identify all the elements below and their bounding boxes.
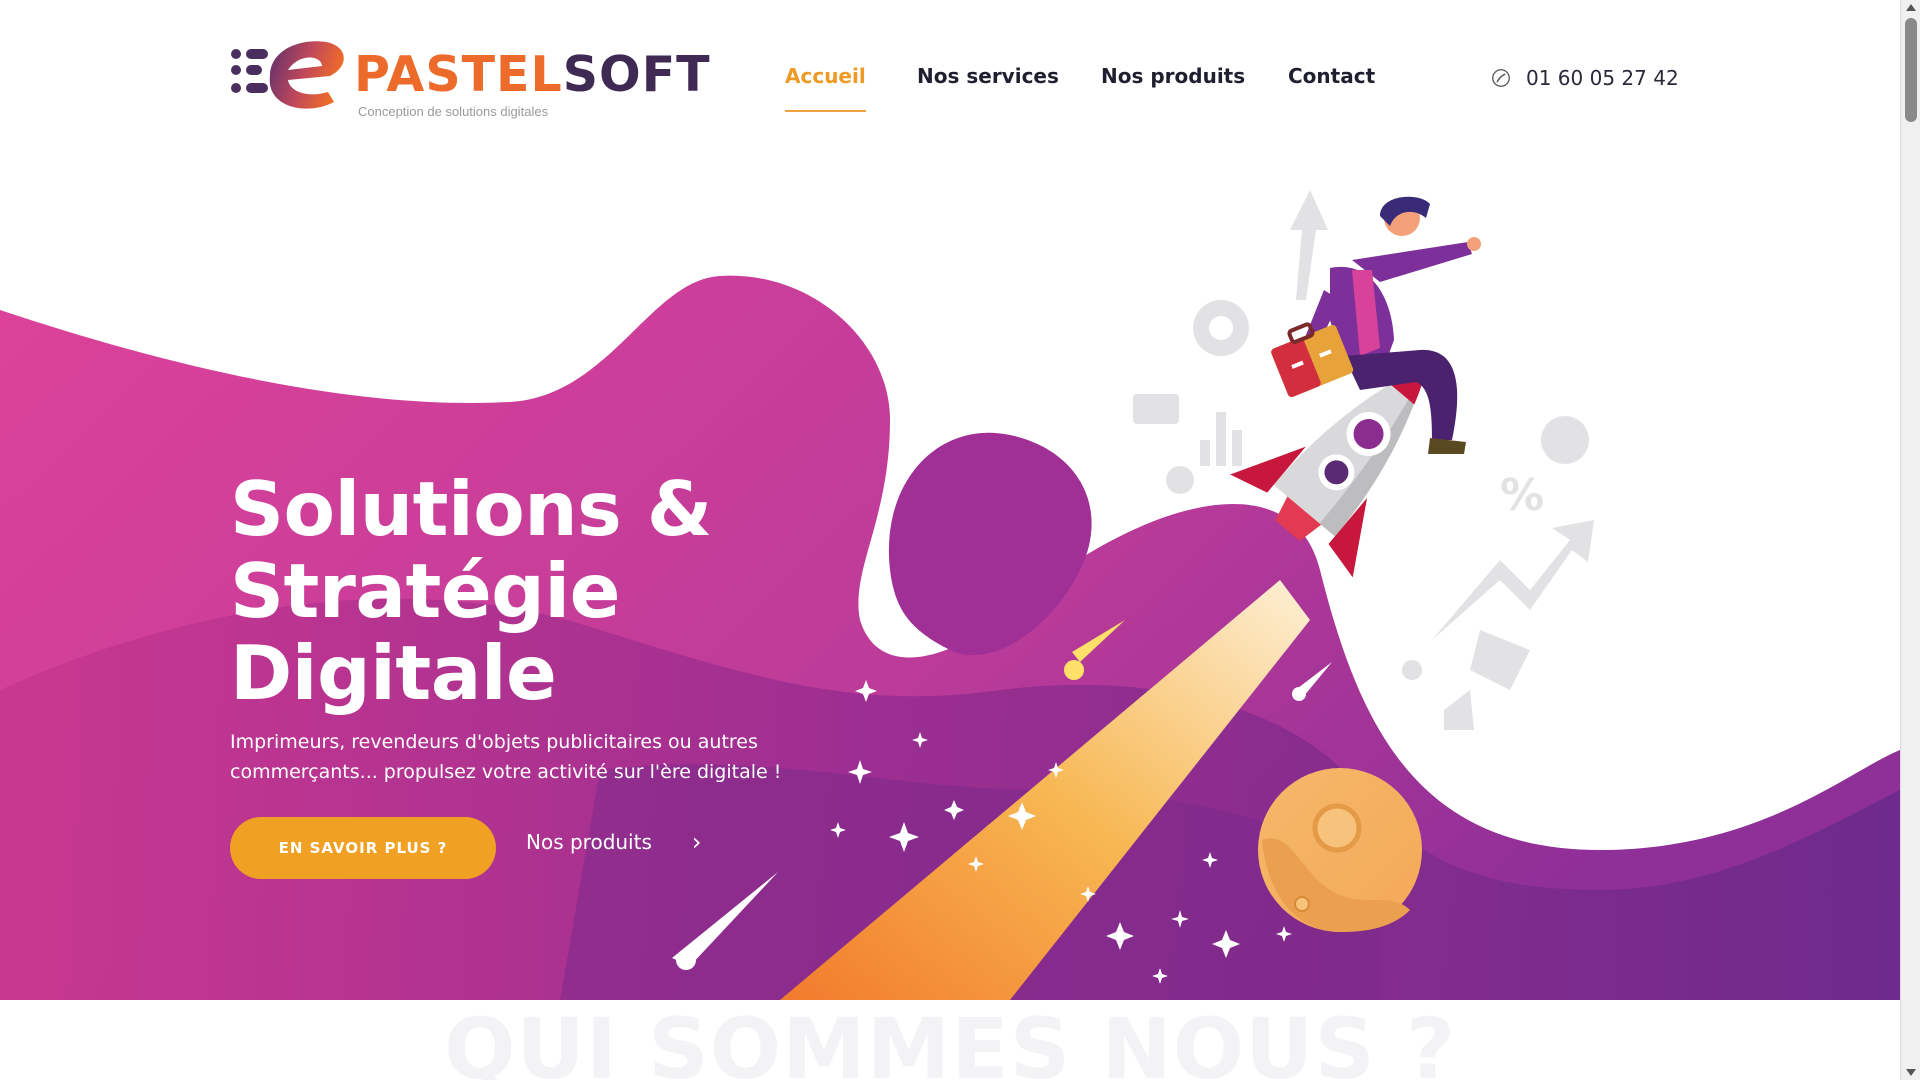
nav-item-label: Accueil	[785, 64, 866, 88]
about-section-title: QUI SOMMES NOUS ?	[444, 1000, 1456, 1080]
nav-item-accueil[interactable]: Accueil	[785, 64, 866, 112]
chevron-right-icon: ›	[691, 828, 702, 856]
hero-title-line: Stratégie	[230, 547, 620, 635]
site-header: PASTELSOFT Conception de solutions digit…	[0, 0, 1900, 150]
nos-produits-link[interactable]: Nos produits ›	[526, 830, 702, 854]
pastelsoft-logo[interactable]: PASTELSOFT Conception de solutions digit…	[230, 36, 710, 126]
scrollbar-thumb[interactable]	[1905, 18, 1917, 122]
hero-title: Solutions & Stratégie Digitale	[230, 468, 930, 714]
logo-tagline: Conception de solutions digitales	[358, 104, 549, 119]
hero-section: % Solutions & Stratégie Digitale Imprime…	[0, 150, 1900, 1000]
nav-item-contact[interactable]: Contact	[1288, 64, 1375, 88]
nos-produits-link-label: Nos produits	[526, 830, 652, 854]
logo-word-soft: SOFT	[562, 46, 711, 103]
hero-subtitle-line: Imprimeurs, revendeurs d'objets publicit…	[230, 731, 758, 753]
logo-word-pastel: PASTEL	[354, 46, 563, 103]
phone-link[interactable]: 01 60 05 27 42	[1490, 66, 1679, 90]
hero-title-line: Solutions &	[230, 465, 712, 553]
page-scrollbar[interactable]	[1900, 0, 1920, 1080]
scroll-down-arrow-icon[interactable]	[1906, 1069, 1916, 1076]
hero-subtitle-line: commerçants... propulsez votre activité …	[230, 761, 782, 783]
nav-item-label: Nos produits	[1101, 64, 1246, 88]
phone-number: 01 60 05 27 42	[1526, 66, 1679, 90]
nav-item-nos-produits[interactable]: Nos produits	[1101, 64, 1245, 88]
nav-item-label: Contact	[1288, 64, 1376, 88]
phone-icon	[1492, 69, 1510, 87]
hero-subtitle: Imprimeurs, revendeurs d'objets publicit…	[230, 727, 850, 787]
svg-text:%: %	[1500, 470, 1544, 521]
logo-e-mark-icon	[231, 41, 344, 109]
scroll-up-arrow-icon[interactable]	[1906, 4, 1916, 11]
active-nav-underline	[785, 110, 866, 112]
hero-title-line: Digitale	[230, 629, 557, 717]
about-section: QUI SOMMES NOUS ?	[0, 1000, 1900, 1080]
logo-wordmark: PASTELSOFT	[354, 50, 711, 99]
nav-item-label: Nos services	[917, 64, 1059, 88]
nav-item-nos-services[interactable]: Nos services	[917, 64, 1059, 88]
en-savoir-plus-button[interactable]: EN SAVOIR PLUS ?	[230, 817, 496, 879]
